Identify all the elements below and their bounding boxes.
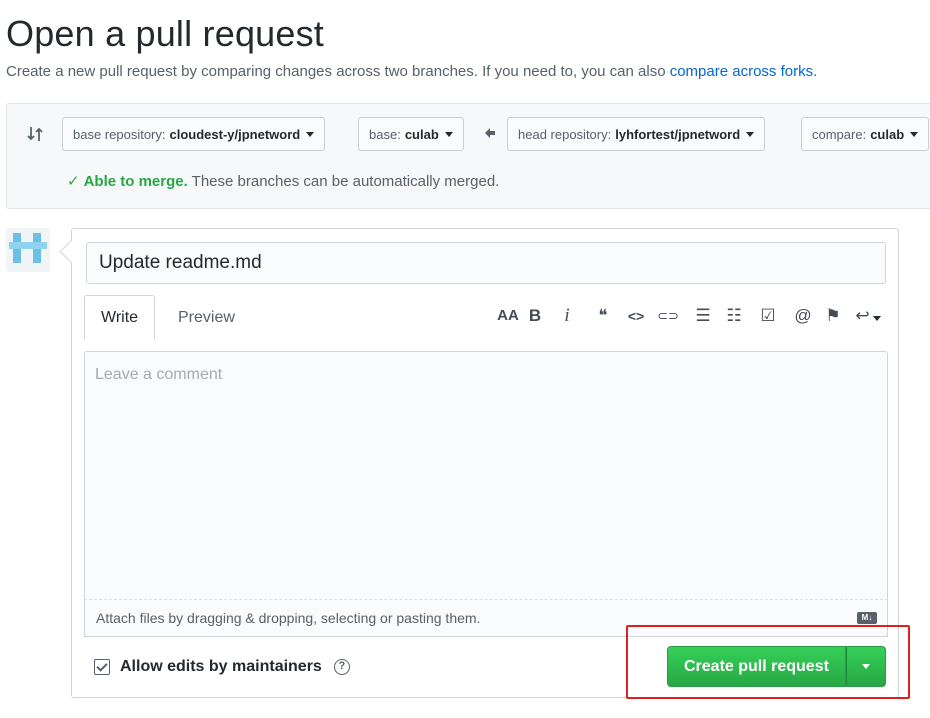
chevron-down-icon [444,131,453,137]
allow-edits-checkbox[interactable] [94,659,110,675]
page-title: Open a pull request [6,13,325,54]
compare-branch-select[interactable]: compare: culab [801,117,930,151]
pr-title-input[interactable] [86,242,886,284]
markdown-toolbar: AA B i ❝ <> ⊂⊃ ☰ ☷ ☑ @ ⚑ ↩ [496,301,888,331]
reply-icon-glyph: ↩ [855,306,870,325]
quote-icon[interactable]: ❝ [584,301,622,331]
chevron-down-icon [746,131,755,137]
base-repository-value: cloudest-y/jpnetword [169,126,301,142]
head-repository-select[interactable]: head repository: lyhfortest/jpnetword [507,117,766,151]
head-repository-value: lyhfortest/jpnetword [615,126,741,142]
create-pr-button-group: Create pull request [667,646,886,687]
merge-status-text: These branches can be automatically merg… [187,173,500,190]
ordered-list-icon[interactable]: ☷ [720,301,748,331]
base-branch-select[interactable]: base: culab [358,117,464,151]
comment-textarea[interactable] [84,351,888,637]
page-subtitle: Create a new pull request by comparing c… [6,63,817,80]
tab-preview[interactable]: Preview [162,295,251,340]
pull-request-form: Write Preview AA B i ❝ <> ⊂⊃ ☰ ☷ ☑ @ ⚑ ↩… [71,228,899,698]
attach-files-text: Attach files by dragging & dropping, sel… [96,610,481,626]
allow-edits-label: Allow edits by maintainers [120,658,322,675]
merge-status-ok: Able to merge. [83,173,188,190]
chevron-down-icon [306,131,315,137]
attach-files-bar[interactable]: Attach files by dragging & dropping, sel… [84,599,888,637]
avatar[interactable] [6,228,50,272]
heading-icon[interactable]: AA [496,301,520,331]
compare-branch-value: culab [870,126,905,142]
base-branch-prefix: base: [369,126,401,142]
compare-range-panel: base repository: cloudest-y/jpnetword ba… [6,103,930,209]
unordered-list-icon[interactable]: ☰ [686,301,720,331]
bookmark-icon[interactable]: ⚑ [818,301,848,331]
subtitle-text: Create a new pull request by comparing c… [6,63,670,80]
chevron-down-icon [872,316,881,321]
create-pull-request-button[interactable]: Create pull request [667,646,846,687]
markdown-icon: M↓ [857,612,877,624]
editor-tabs: Write Preview AA B i ❝ <> ⊂⊃ ☰ ☷ ☑ @ ⚑ ↩ [84,295,888,340]
tab-write[interactable]: Write [84,295,156,340]
code-icon[interactable]: <> [622,301,650,331]
create-pr-dropdown-button[interactable] [845,646,886,687]
allow-edits-option[interactable]: Allow edits by maintainers ? [94,658,350,676]
reply-icon[interactable]: ↩ [848,301,888,331]
chevron-down-icon [910,131,919,137]
base-repository-select[interactable]: base repository: cloudest-y/jpnetword [62,117,326,151]
base-repository-prefix: base repository: [73,126,166,142]
compare-across-forks-link[interactable]: compare across forks. [670,63,818,80]
merge-status: ✓ Able to merge. These branches can be au… [67,172,499,190]
bold-icon[interactable]: B [520,301,550,331]
head-repository-prefix: head repository: [518,126,612,142]
question-icon[interactable]: ? [333,659,350,675]
link-icon[interactable]: ⊂⊃ [650,301,686,331]
check-icon: ✓ [67,173,80,190]
mention-icon[interactable]: @ [788,301,818,331]
task-list-icon[interactable]: ☑ [748,301,788,331]
arrow-left-icon [483,126,497,140]
chevron-down-icon [861,664,870,669]
git-compare-icon [25,124,45,144]
base-branch-value: culab [404,126,439,142]
compare-branch-prefix: compare: [812,126,867,142]
italic-icon[interactable]: i [550,301,584,331]
